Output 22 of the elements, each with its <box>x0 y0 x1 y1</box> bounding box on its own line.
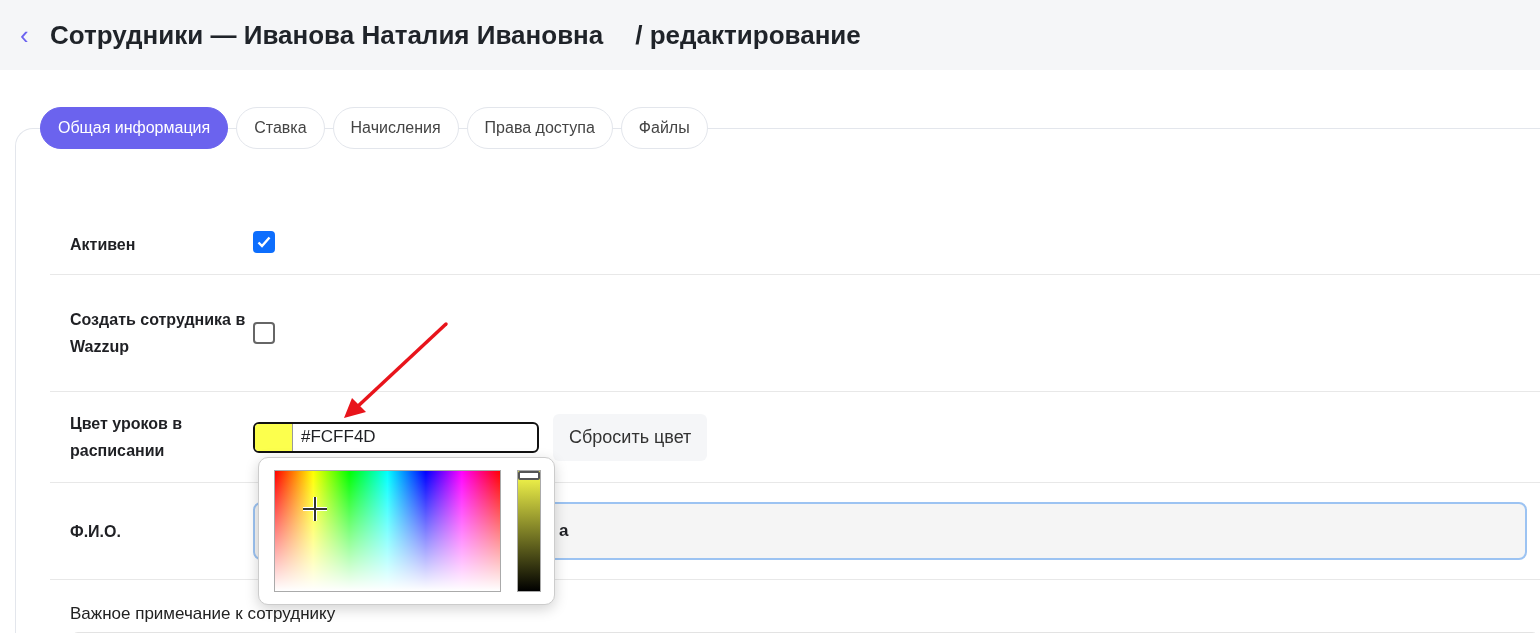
page-title: Сотрудники — Иванова Наталия Ивановна <box>50 18 604 52</box>
field-label: Цвет уроков в расписании <box>69 414 184 461</box>
field-label: Создать сотрудника в Wazzup <box>69 310 247 357</box>
color-gradient[interactable] <box>274 470 501 592</box>
color-field[interactable]: #FCFF4D <box>253 421 539 453</box>
field-label: Активен <box>69 235 137 255</box>
tab[interactable]: Начисления <box>332 107 459 149</box>
page-subtitle: / редактирование <box>635 18 861 52</box>
field-label: Ф.И.О. <box>69 521 122 542</box>
back-link[interactable]: ‹ <box>20 22 34 48</box>
field-label: Важное примечание к сотруднику <box>69 603 337 624</box>
tab[interactable]: Файлы <box>620 107 708 149</box>
checkbox[interactable] <box>253 231 275 253</box>
checkbox[interactable] <box>253 322 275 344</box>
crosshair-icon[interactable] <box>302 496 328 522</box>
check-icon <box>257 236 271 248</box>
tab[interactable]: Ставка <box>236 107 325 149</box>
brightness-slider[interactable] <box>517 470 541 592</box>
tab[interactable]: Права доступа <box>466 107 613 149</box>
reset-color-button[interactable]: Сбросить цвет <box>553 413 708 461</box>
slider-handle[interactable] <box>518 471 540 480</box>
tab[interactable]: Общая информация <box>40 107 229 149</box>
